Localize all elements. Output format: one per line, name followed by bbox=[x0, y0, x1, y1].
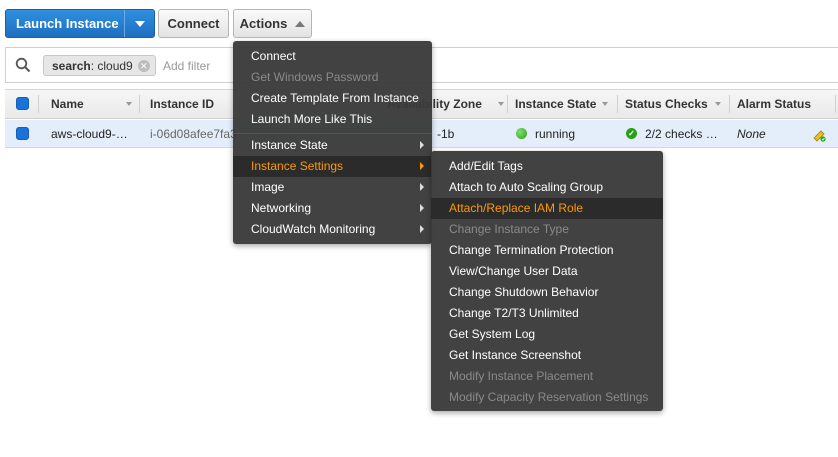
instance-name: aws-cloud9-… bbox=[51, 126, 128, 141]
status-checks: ✓ 2/2 checks … bbox=[626, 120, 718, 147]
chevron-up-icon bbox=[295, 20, 306, 27]
launch-dropdown-toggle[interactable] bbox=[125, 20, 154, 27]
availability-zone: -1b bbox=[437, 126, 455, 141]
menu-item-create-template[interactable]: Create Template From Instance bbox=[233, 88, 432, 109]
menu-item-instance-settings[interactable]: Instance Settings bbox=[233, 156, 432, 177]
column-header-instance-state[interactable]: Instance State bbox=[515, 90, 596, 118]
actions-button[interactable]: Actions bbox=[233, 9, 312, 38]
sort-caret-icon bbox=[602, 102, 608, 106]
sort-caret-icon bbox=[126, 102, 132, 106]
menu-item-get-system-log[interactable]: Get System Log bbox=[431, 324, 663, 345]
status-checks-label: 2/2 checks … bbox=[645, 126, 718, 141]
menu-item-connect[interactable]: Connect bbox=[233, 46, 432, 67]
menu-item-label: Instance Settings bbox=[251, 159, 344, 173]
row-checkbox[interactable] bbox=[16, 127, 29, 140]
column-divider bbox=[38, 95, 39, 113]
menu-item-modify-instance-placement[interactable]: Modify Instance Placement bbox=[431, 366, 663, 387]
menu-item-attach-auto-scaling[interactable]: Attach to Auto Scaling Group bbox=[431, 177, 663, 198]
menu-item-get-windows-password[interactable]: Get Windows Password bbox=[233, 67, 432, 88]
sort-caret-icon bbox=[715, 102, 721, 106]
launch-instance-button[interactable]: Launch Instance bbox=[5, 9, 155, 38]
alarm-status: None bbox=[737, 126, 766, 141]
menu-item-view-change-user-data[interactable]: View/Change User Data bbox=[431, 261, 663, 282]
create-alarm-icon[interactable] bbox=[811, 126, 827, 142]
column-divider bbox=[729, 95, 730, 113]
check-icon: ✓ bbox=[626, 128, 637, 139]
menu-item-label: Instance State bbox=[251, 138, 328, 152]
menu-item-image[interactable]: Image bbox=[233, 177, 432, 198]
menu-item-change-shutdown-behavior[interactable]: Change Shutdown Behavior bbox=[431, 282, 663, 303]
chevron-right-icon bbox=[420, 183, 424, 191]
select-all-checkbox[interactable] bbox=[16, 97, 29, 110]
menu-item-label: Image bbox=[251, 180, 285, 194]
menu-item-change-instance-type[interactable]: Change Instance Type bbox=[431, 219, 663, 240]
menu-item-label: Networking bbox=[251, 201, 312, 215]
menu-item-networking[interactable]: Networking bbox=[233, 198, 432, 219]
column-divider bbox=[139, 95, 140, 113]
instance-id: i-06d08afee7fa3 bbox=[150, 126, 237, 141]
chevron-right-icon bbox=[420, 204, 424, 212]
connect-label: Connect bbox=[167, 16, 220, 31]
chevron-down-icon bbox=[134, 20, 145, 27]
menu-item-get-instance-screenshot[interactable]: Get Instance Screenshot bbox=[431, 345, 663, 366]
connect-button[interactable]: Connect bbox=[158, 9, 229, 38]
filter-chip[interactable]: search : cloud9 ✕ bbox=[43, 55, 156, 76]
menu-item-change-termination-protection[interactable]: Change Termination Protection bbox=[431, 240, 663, 261]
chevron-right-icon bbox=[420, 162, 424, 170]
instance-settings-submenu: Add/Edit Tags Attach to Auto Scaling Gro… bbox=[431, 151, 663, 411]
column-header-status-checks[interactable]: Status Checks bbox=[625, 90, 708, 118]
menu-item-instance-state[interactable]: Instance State bbox=[233, 135, 432, 156]
filter-chip-key: search bbox=[52, 58, 91, 73]
column-divider bbox=[617, 95, 618, 113]
instance-state-label: running bbox=[535, 126, 576, 141]
menu-divider bbox=[233, 133, 432, 134]
actions-menu: Connect Get Windows Password Create Temp… bbox=[233, 41, 432, 244]
chevron-right-icon bbox=[420, 225, 424, 233]
column-header-alarm-status[interactable]: Alarm Status bbox=[737, 90, 811, 118]
filter-chip-value: : cloud9 bbox=[90, 58, 133, 73]
column-divider bbox=[507, 95, 508, 113]
menu-item-add-edit-tags[interactable]: Add/Edit Tags bbox=[431, 156, 663, 177]
chevron-right-icon bbox=[420, 141, 424, 149]
menu-item-launch-more[interactable]: Launch More Like This bbox=[233, 109, 432, 130]
search-icon bbox=[15, 57, 31, 73]
add-filter-input[interactable]: Add filter bbox=[163, 59, 210, 73]
running-status-icon bbox=[516, 128, 527, 139]
column-header-name[interactable]: Name bbox=[51, 90, 84, 118]
sort-caret-icon bbox=[498, 102, 504, 106]
close-icon[interactable]: ✕ bbox=[137, 60, 150, 72]
menu-item-cloudwatch-monitoring[interactable]: CloudWatch Monitoring bbox=[233, 219, 432, 240]
instance-state: running bbox=[516, 120, 575, 147]
menu-item-label: CloudWatch Monitoring bbox=[251, 222, 376, 236]
menu-item-attach-replace-iam-role[interactable]: Attach/Replace IAM Role bbox=[431, 198, 663, 219]
column-divider bbox=[835, 95, 836, 113]
menu-item-change-t2-t3-unlimited[interactable]: Change T2/T3 Unlimited bbox=[431, 303, 663, 324]
launch-instance-label: Launch Instance bbox=[16, 16, 119, 31]
menu-item-modify-capacity-reservation[interactable]: Modify Capacity Reservation Settings bbox=[431, 387, 663, 408]
actions-label: Actions bbox=[239, 16, 288, 31]
column-header-instance-id[interactable]: Instance ID bbox=[150, 90, 214, 118]
